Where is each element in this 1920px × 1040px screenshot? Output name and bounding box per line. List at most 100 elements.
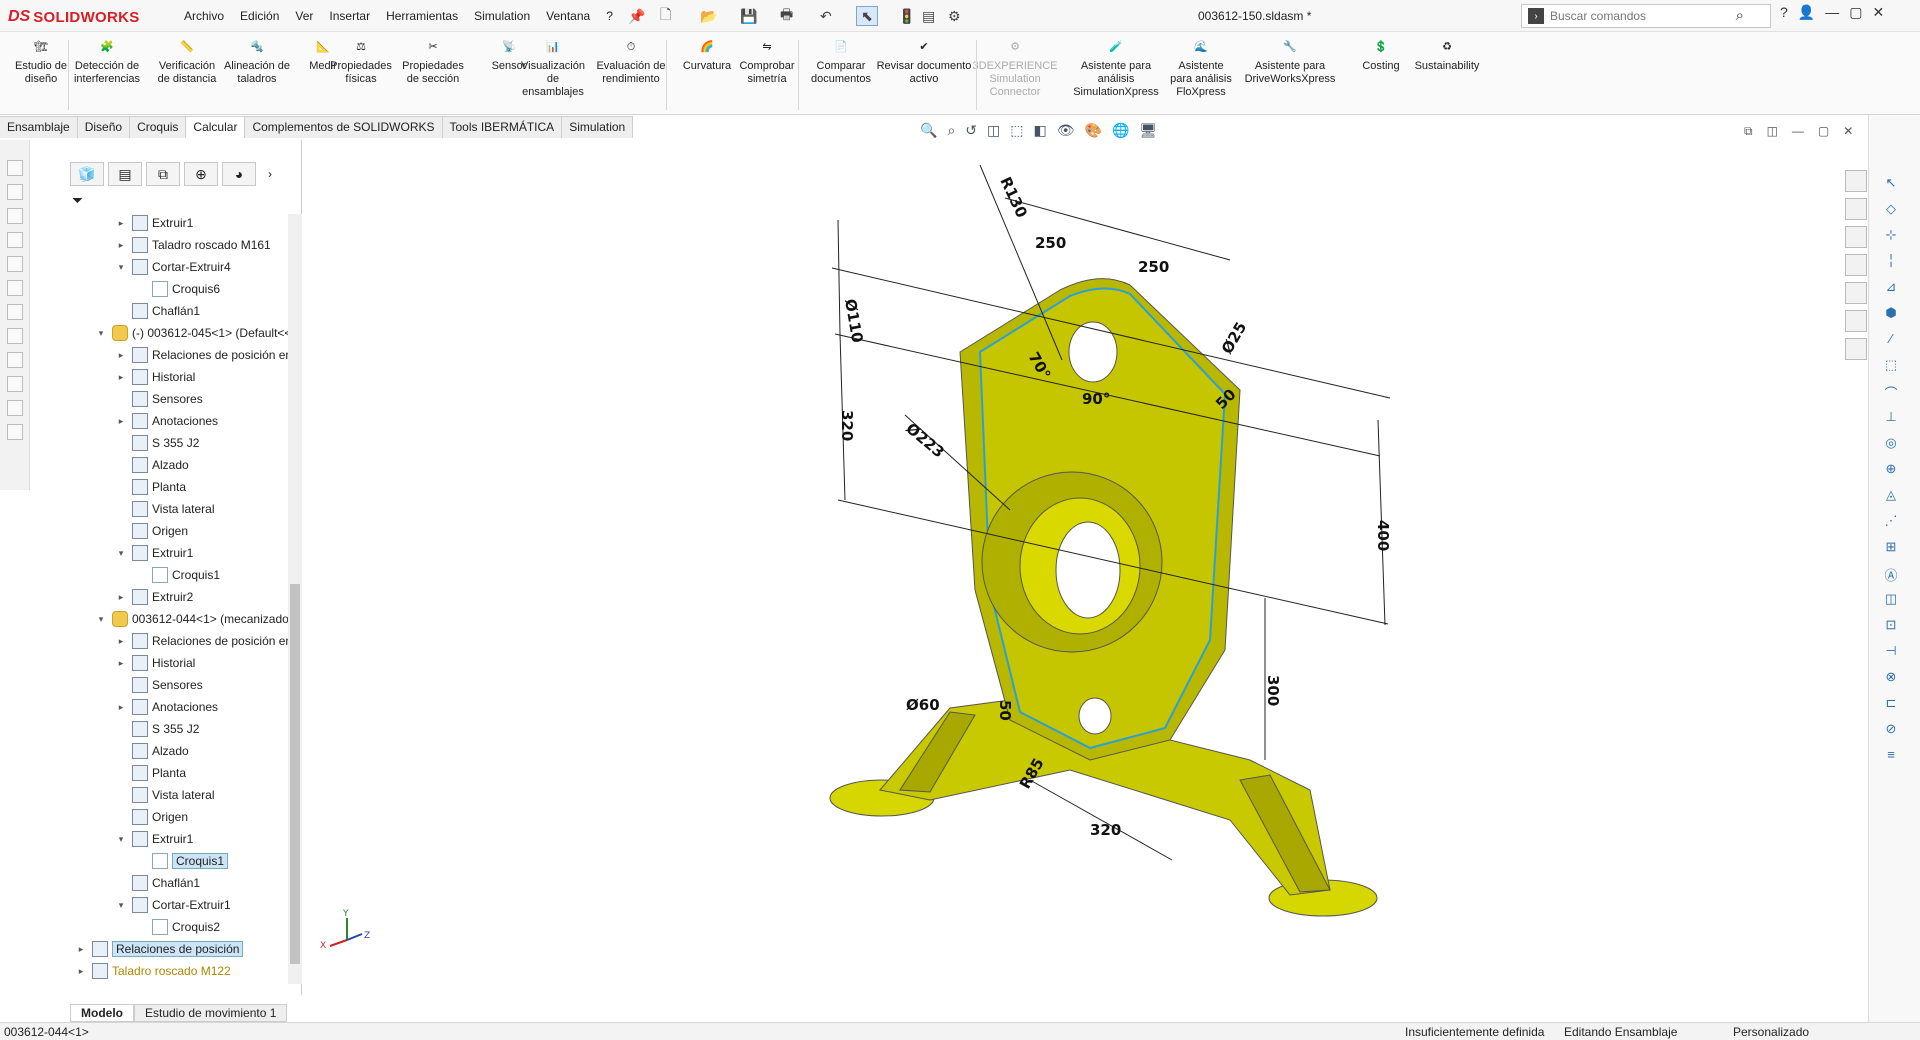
viewport-restore-icon[interactable]: ⧉ xyxy=(1744,124,1753,139)
solidworks-forum-icon[interactable] xyxy=(1845,338,1867,360)
expand-toggle-icon[interactable]: ▸ xyxy=(116,350,126,361)
sketch-tool-icon[interactable]: ◬ xyxy=(1881,487,1901,505)
left-toolbar-icon[interactable] xyxy=(7,400,23,416)
edit-appearance-icon[interactable]: 🎨 xyxy=(1085,122,1102,139)
tree-node[interactable]: ▾ (-) 003612-045<1> (Default<<De xyxy=(96,324,290,342)
property-manager-tab-icon[interactable]: ▤ xyxy=(108,162,142,186)
tree-node[interactable]: Croquis2 xyxy=(136,918,220,936)
ribbon-button[interactable]: ✔ Revisar documento activo xyxy=(876,36,972,86)
menu-item[interactable]: Ventana xyxy=(538,9,598,23)
tree-node[interactable]: ▸ Historial xyxy=(116,368,195,386)
view-settings-icon[interactable]: 🖥 xyxy=(1139,122,1157,139)
tree-node[interactable]: ▸ Relaciones de posición xyxy=(76,940,244,958)
tree-node[interactable]: Alzado xyxy=(116,456,189,474)
expand-toggle-icon[interactable]: ▸ xyxy=(116,636,126,647)
close-icon[interactable]: ✕ xyxy=(1872,4,1884,21)
zoom-to-area-icon[interactable]: ⌕ xyxy=(947,122,955,139)
dimension-label[interactable]: 90° xyxy=(1082,390,1110,408)
sketch-tool-icon[interactable]: ⊗ xyxy=(1881,669,1901,687)
viewport-minimize-icon[interactable]: — xyxy=(1792,124,1804,139)
tree-node[interactable]: Origen xyxy=(116,522,188,540)
tree-node[interactable]: Sensores xyxy=(116,390,203,408)
select-tool-icon[interactable]: ⬉ xyxy=(856,6,878,26)
pin-icon[interactable]: 📌 xyxy=(628,6,645,26)
open-document-icon[interactable]: 📂 xyxy=(700,6,717,26)
solidworks-logo[interactable]: DS SOLIDWORKS xyxy=(8,6,156,28)
dimension-label[interactable]: R130 xyxy=(996,174,1030,220)
display-style-icon[interactable]: ◧ xyxy=(1033,122,1046,139)
sketch-tool-icon[interactable]: ⊥ xyxy=(1881,409,1901,427)
expand-toggle-icon[interactable]: ▸ xyxy=(116,702,126,713)
viewport-tile-icon[interactable]: ◫ xyxy=(1767,124,1778,139)
ribbon-button[interactable]: 🔧 Asistente para DriveWorksXpress xyxy=(1240,36,1340,86)
view-palette-icon[interactable] xyxy=(1845,254,1867,276)
dimension-label[interactable]: 250 xyxy=(1138,258,1169,276)
menu-item[interactable]: Edición xyxy=(232,9,287,23)
ribbon-button[interactable]: ⚙ 3DEXPERIENCE Simulation Connector xyxy=(973,36,1058,99)
tree-node[interactable]: Planta xyxy=(116,764,186,782)
tree-node[interactable]: Chaflán1 xyxy=(116,302,200,320)
view-orientation-icon[interactable]: ⬚ xyxy=(1010,122,1023,139)
dimension-label[interactable]: Ø60 xyxy=(906,696,940,714)
units-selector[interactable]: Personalizado xyxy=(1733,1025,1809,1039)
expand-toggle-icon[interactable]: ▸ xyxy=(116,240,126,251)
tree-node[interactable]: Croquis6 xyxy=(136,280,220,298)
ribbon-button[interactable]: ♻ Sustainability xyxy=(1412,36,1482,73)
tree-node[interactable]: ▸ Historial xyxy=(116,654,195,672)
left-toolbar-icon[interactable] xyxy=(7,352,23,368)
ribbon-button[interactable]: 📊 Visualización de ensamblajes xyxy=(518,36,588,99)
menu-item[interactable]: Ver xyxy=(287,9,321,23)
tree-node[interactable]: Origen xyxy=(116,808,188,826)
ribbon-button[interactable]: 📄 Comparar documentos xyxy=(806,36,876,86)
chevron-right-icon[interactable]: › xyxy=(260,167,280,181)
ribbon-button[interactable]: 🔩 Alineación de taladros xyxy=(222,36,292,86)
help-icon[interactable]: ? xyxy=(1780,4,1788,21)
rebuild-icon[interactable]: 🚦 xyxy=(898,6,915,26)
sketch-tool-icon[interactable]: ⊿ xyxy=(1881,279,1901,297)
dimension-label[interactable]: 320 xyxy=(1090,821,1121,839)
expand-toggle-icon[interactable]: ▸ xyxy=(116,592,126,603)
tree-node[interactable]: Chaflán1 xyxy=(116,874,200,892)
expand-toggle-icon[interactable]: ▸ xyxy=(116,658,126,669)
print-icon[interactable]: 🖶 xyxy=(780,6,793,26)
left-toolbar-icon[interactable] xyxy=(7,304,23,320)
left-toolbar-icon[interactable] xyxy=(7,256,23,272)
expand-toggle-icon[interactable]: ▸ xyxy=(116,372,126,383)
expand-toggle-icon[interactable]: ▾ xyxy=(116,548,126,559)
tree-node[interactable]: Planta xyxy=(116,478,186,496)
command-tab[interactable]: Calcular xyxy=(186,116,246,138)
maximize-icon[interactable]: ▢ xyxy=(1849,4,1862,21)
design-library-icon[interactable] xyxy=(1845,198,1867,220)
search-icon[interactable]: ⌕ xyxy=(1736,7,1744,24)
undo-icon[interactable]: ↶ xyxy=(820,6,832,26)
dimension-label[interactable]: 320 xyxy=(838,410,856,441)
left-toolbar-icon[interactable] xyxy=(7,376,23,392)
minimize-icon[interactable]: — xyxy=(1825,4,1839,21)
expand-toggle-icon[interactable]: ▾ xyxy=(116,900,126,911)
sketch-tool-icon[interactable]: ⊘ xyxy=(1881,721,1901,739)
expand-toggle-icon[interactable]: ▸ xyxy=(76,966,86,977)
filter-icon[interactable]: ⏷ xyxy=(72,192,83,209)
tree-node[interactable]: Croquis1 xyxy=(136,566,220,584)
ribbon-button[interactable]: ⇋ Comprobar simetría xyxy=(732,36,802,86)
tree-node[interactable]: ▸ Anotaciones xyxy=(116,412,218,430)
sketch-tool-icon[interactable]: ∕ xyxy=(1881,331,1901,349)
sketch-tool-icon[interactable]: ⋰ xyxy=(1881,513,1901,531)
display-manager-tab-icon[interactable]: ◕ xyxy=(222,162,256,186)
tree-node[interactable]: ▸ Taladro roscado M122 xyxy=(76,962,231,980)
tree-node[interactable]: ▾ Cortar-Extruir1 xyxy=(116,896,231,914)
tree-node[interactable]: ▸ Extruir1 xyxy=(116,214,193,232)
graphics-area[interactable]: R130 250 250 Ø110 70° Ø25 90° 50 320 Ø223 400 300 Ø6… xyxy=(303,140,1868,1020)
menu-item[interactable]: Simulation xyxy=(466,9,538,23)
expand-toggle-icon[interactable]: ▾ xyxy=(96,614,106,625)
user-icon[interactable]: 👤 xyxy=(1798,4,1815,21)
expand-toggle-icon[interactable]: ▸ xyxy=(76,944,86,955)
hide-show-items-icon[interactable]: 👁 xyxy=(1057,122,1075,139)
sketch-tool-icon[interactable]: ⊣ xyxy=(1881,643,1901,661)
sketch-tool-icon[interactable]: ◫ xyxy=(1881,591,1901,609)
new-document-icon[interactable]: 🗋 xyxy=(660,6,671,26)
tree-node[interactable]: ▸ Relaciones de posición en 00 xyxy=(116,632,290,650)
tree-node[interactable]: ▸ Relaciones de posición en 00 xyxy=(116,346,290,364)
sketch-tool-icon[interactable]: ◇ xyxy=(1881,201,1901,219)
tree-node[interactable]: Vista lateral xyxy=(116,786,214,804)
